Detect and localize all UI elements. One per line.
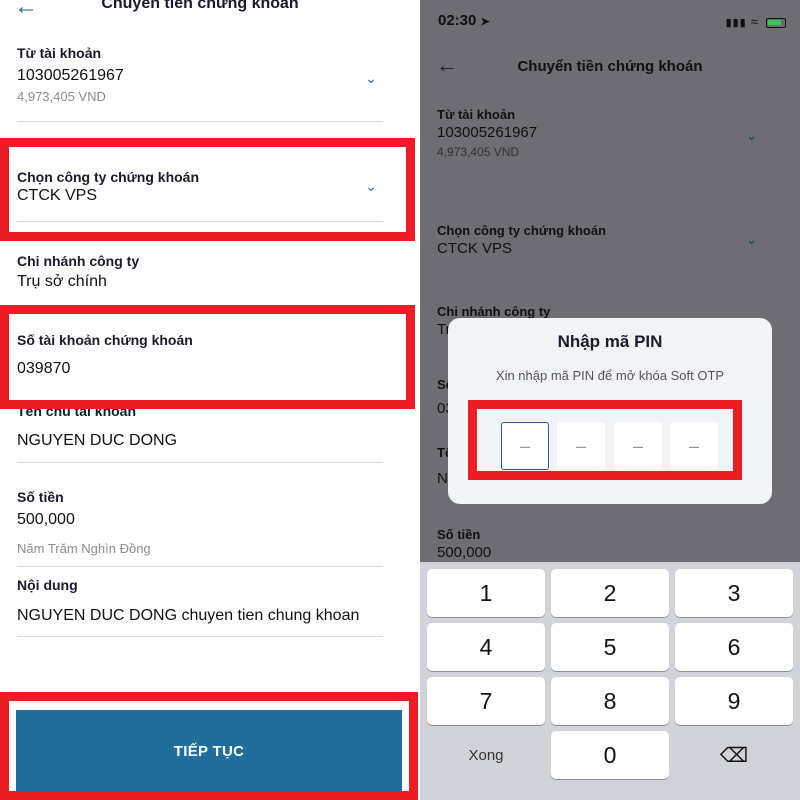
company-value: CTCK VPS: [17, 187, 98, 204]
amount-value: 500,000: [17, 511, 75, 528]
key-2[interactable]: 2: [551, 569, 669, 617]
branch-label: Chi nhánh công ty: [17, 253, 140, 269]
key-9[interactable]: 9: [675, 677, 793, 725]
company-label: Chọn công ty chứng khoán: [437, 223, 607, 238]
chevron-down-icon: ⌄: [746, 232, 757, 247]
key-5[interactable]: 5: [551, 623, 669, 671]
branch-value: Trụ sở chính: [17, 273, 107, 290]
numeric-keypad: 1 2 3 4 5 6 7 8 9 Xong 0 ⌫: [420, 562, 800, 800]
content-label: Nội dung: [17, 577, 78, 593]
status-time: 02:30 ➤: [438, 12, 490, 29]
amount-label: Số tiền: [17, 489, 64, 505]
from-account-value: 103005261967: [437, 124, 538, 141]
key-6[interactable]: 6: [675, 623, 793, 671]
key-7[interactable]: 7: [427, 677, 545, 725]
divider: [17, 221, 383, 222]
from-account-label: Từ tài khoản: [437, 107, 516, 122]
transfer-form-panel: ← Chuyển tiền chứng khoán Từ tài khoản 1…: [0, 0, 420, 800]
company-select[interactable]: Chọn công ty chứng khoán CTCK VPS ⌄: [437, 222, 777, 258]
amount-field[interactable]: Số tiền 500,000 Năm Trăm Nghìn Đồng: [17, 488, 383, 560]
status-icons: ▮▮▮ ≈: [726, 14, 786, 29]
pin-modal: Nhập mã PIN Xin nhập mã PIN để mở khóa S…: [448, 318, 772, 504]
backspace-icon: ⌫: [719, 744, 749, 767]
pin-entry-panel: 02:30 ➤ ▮▮▮ ≈ ← Chuyển tiền chứng khoán …: [420, 0, 800, 800]
highlight-box-pin: – – – –: [468, 400, 742, 480]
chevron-down-icon: ⌄: [365, 70, 377, 86]
header: ← Chuyển tiền chứng khoán: [0, 0, 420, 20]
page-title: Chuyển tiền chứng khoán: [517, 58, 703, 75]
pin-digit-1[interactable]: –: [501, 422, 549, 470]
account-holder-field: Tên chủ tài khoản NGUYEN DUC DONG: [17, 402, 383, 462]
content-field[interactable]: Nội dung NGUYEN DUC DONG chuyen tien chu…: [17, 576, 397, 628]
continue-button[interactable]: TIẾP TỤC: [16, 710, 402, 792]
chevron-down-icon: ⌄: [746, 128, 757, 143]
amount-value: 500,000: [437, 544, 492, 561]
battery-icon: [766, 18, 786, 29]
pin-digit-3[interactable]: –: [614, 422, 662, 470]
amount-in-words: Năm Trăm Nghìn Đồng: [17, 541, 151, 556]
key-4[interactable]: 4: [427, 623, 545, 671]
from-account-label: Từ tài khoản: [17, 45, 102, 61]
company-value: CTCK VPS: [437, 240, 513, 257]
backspace-key[interactable]: ⌫: [675, 731, 793, 779]
signal-icon: ▮▮▮: [725, 17, 747, 29]
key-1[interactable]: 1: [427, 569, 545, 617]
from-account-balance: 4,973,405 VND: [437, 145, 520, 159]
key-3[interactable]: 3: [675, 569, 793, 617]
wifi-icon: ≈: [750, 14, 759, 29]
company-select[interactable]: Chọn công ty chứng khoán CTCK VPS ⌄: [17, 168, 383, 212]
divider: [17, 121, 383, 122]
amount-label: Số tiền: [437, 527, 481, 542]
pin-digit-4[interactable]: –: [670, 422, 718, 470]
key-0[interactable]: 0: [551, 731, 669, 779]
divider: [17, 462, 383, 463]
from-account-select[interactable]: Từ tài khoản 103005261967 4,973,405 VND …: [437, 106, 777, 161]
divider: [17, 636, 383, 637]
pin-digit-2[interactable]: –: [557, 422, 605, 470]
from-account-select[interactable]: Từ tài khoản 103005261967 4,973,405 VND …: [17, 44, 383, 114]
page-title: Chuyển tiền chứng khoán: [101, 0, 299, 12]
account-holder-value: NGUYEN DUC DONG: [17, 432, 178, 449]
content-value: NGUYEN DUC DONG chuyen tien chung khoan: [17, 607, 360, 624]
done-key[interactable]: Xong: [427, 731, 545, 779]
divider: [17, 566, 383, 567]
from-account-value: 103005261967: [17, 67, 124, 84]
chevron-down-icon: ⌄: [365, 178, 377, 194]
modal-title: Nhập mã PIN: [557, 332, 663, 351]
company-label: Chọn công ty chứng khoán: [17, 169, 200, 185]
highlight-box-overlay: [0, 305, 415, 409]
modal-subtitle: Xin nhập mã PIN để mở khóa Soft OTP: [495, 368, 725, 383]
from-account-balance: 4,973,405 VND: [17, 89, 106, 104]
branch-field: Chi nhánh công ty Trụ sở chính: [17, 252, 383, 294]
amount-field: Số tiền 500,000: [437, 526, 777, 562]
key-8[interactable]: 8: [551, 677, 669, 725]
